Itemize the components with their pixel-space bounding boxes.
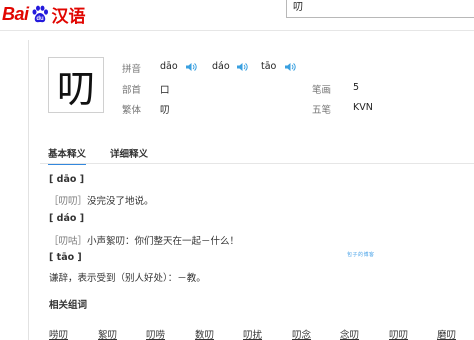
definition-body: 谦辞，表示受到（别人好处）：－教。 <box>49 273 206 284</box>
related-word-link[interactable]: 唠叨 <box>49 327 68 340</box>
watermark: 包子的博客 <box>347 252 375 258</box>
character-glyph: 叨 <box>48 57 104 113</box>
definition-body: 没完没了地说。 <box>87 196 154 207</box>
related-word-link[interactable]: 念叨 <box>340 327 359 340</box>
tab-divider <box>40 163 474 164</box>
left-divider <box>28 40 29 340</box>
traditional-value: 叨 <box>160 105 170 116</box>
related-word-link[interactable]: 叨念 <box>292 327 311 340</box>
svg-text:du: du <box>36 16 44 22</box>
reading-tao1: tāo <box>261 61 277 72</box>
related-word-link[interactable]: 叨叨 <box>389 327 408 340</box>
search-input[interactable]: 叨 <box>286 0 474 18</box>
related-word-link[interactable]: 叨扰 <box>243 327 262 340</box>
speaker-icon[interactable] <box>237 62 248 72</box>
baidu-paw-icon: du <box>30 4 50 24</box>
related-word-link[interactable]: 叨唠 <box>146 327 165 340</box>
definition-pinyin: [ dáo ] <box>49 213 85 224</box>
definition-term: ［叨叨］ <box>49 196 88 207</box>
related-word-link[interactable]: 絮叨 <box>98 327 117 340</box>
traditional-label: 繁体 <box>122 105 142 116</box>
logo-text-hanyu: 汉语 <box>51 6 86 27</box>
top-bar: Bai du 汉语 叨 <box>0 0 474 30</box>
pinyin-label: 拼音 <box>122 64 142 75</box>
related-word-link[interactable]: 数叨 <box>195 327 214 340</box>
speaker-icon[interactable] <box>186 62 197 72</box>
reading-dao2: dáo <box>212 61 230 72</box>
related-word-link[interactable]: 磨叨 <box>437 327 456 340</box>
definition-pinyin: [ dāo ] <box>49 174 85 185</box>
header-divider <box>0 30 474 31</box>
radical-label: 部首 <box>122 85 142 96</box>
wubi-value: KVN <box>353 102 373 113</box>
strokes-value: 5 <box>353 82 360 93</box>
definition-text: ［叨叨］没完没了地说。 <box>49 193 154 207</box>
definition-pinyin: [ tāo ] <box>49 252 82 263</box>
wubi-label: 五笔 <box>312 105 332 116</box>
logo-text-bai: Bai <box>2 3 29 24</box>
definition-text: 谦辞，表示受到（别人好处）：－教。 <box>49 270 206 284</box>
speaker-icon[interactable] <box>285 62 296 72</box>
reading-dao1: dāo <box>160 61 178 72</box>
tab-detailed-definition[interactable]: 详细释义 <box>110 146 148 160</box>
baidu-hanyu-logo[interactable]: Bai du 汉语 <box>2 3 86 27</box>
radical-value: 口 <box>160 85 170 96</box>
strokes-label: 笔画 <box>312 85 332 96</box>
related-words-title: 相关组词 <box>49 300 88 311</box>
definition-text: ［叨咕］小声絮叨：你们整天在一起－什么！ <box>49 233 239 247</box>
definition-body: 小声絮叨：你们整天在一起－什么！ <box>87 236 240 247</box>
definition-term: ［叨咕］ <box>49 236 88 247</box>
